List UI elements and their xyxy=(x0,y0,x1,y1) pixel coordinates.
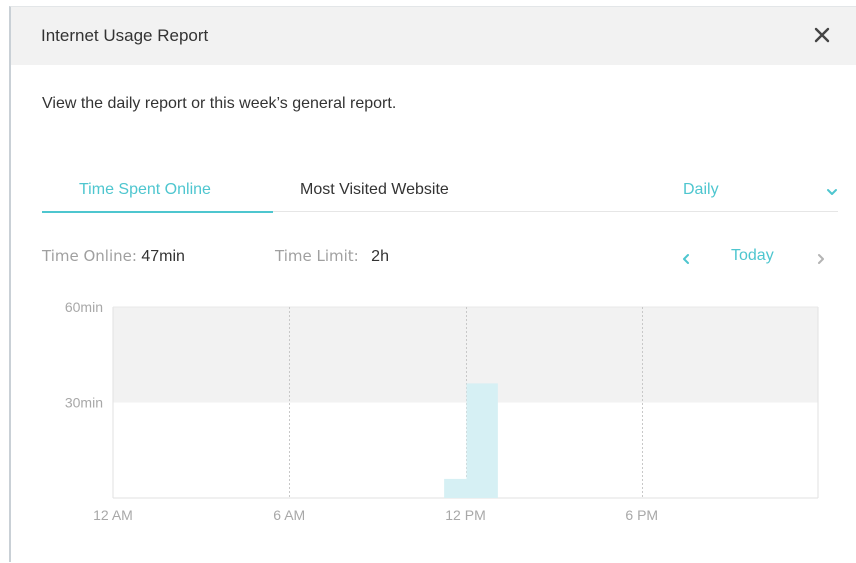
y-tick-label: 60min xyxy=(65,299,103,315)
chart-bar xyxy=(466,383,498,498)
x-tick-label: 12 AM xyxy=(93,507,133,523)
usage-report-dialog: Internet Usage Report View the daily rep… xyxy=(9,6,856,562)
x-tick-label: 12 PM xyxy=(445,507,485,523)
x-tick-label: 6 PM xyxy=(625,507,658,523)
x-tick-label: 6 AM xyxy=(273,507,305,523)
y-tick-label: 30min xyxy=(65,395,103,411)
usage-chart: 60min 30min 12 AM 6 AM 12 PM 6 PM xyxy=(65,299,819,523)
limit-band xyxy=(113,307,818,403)
chart-bar xyxy=(444,478,468,498)
